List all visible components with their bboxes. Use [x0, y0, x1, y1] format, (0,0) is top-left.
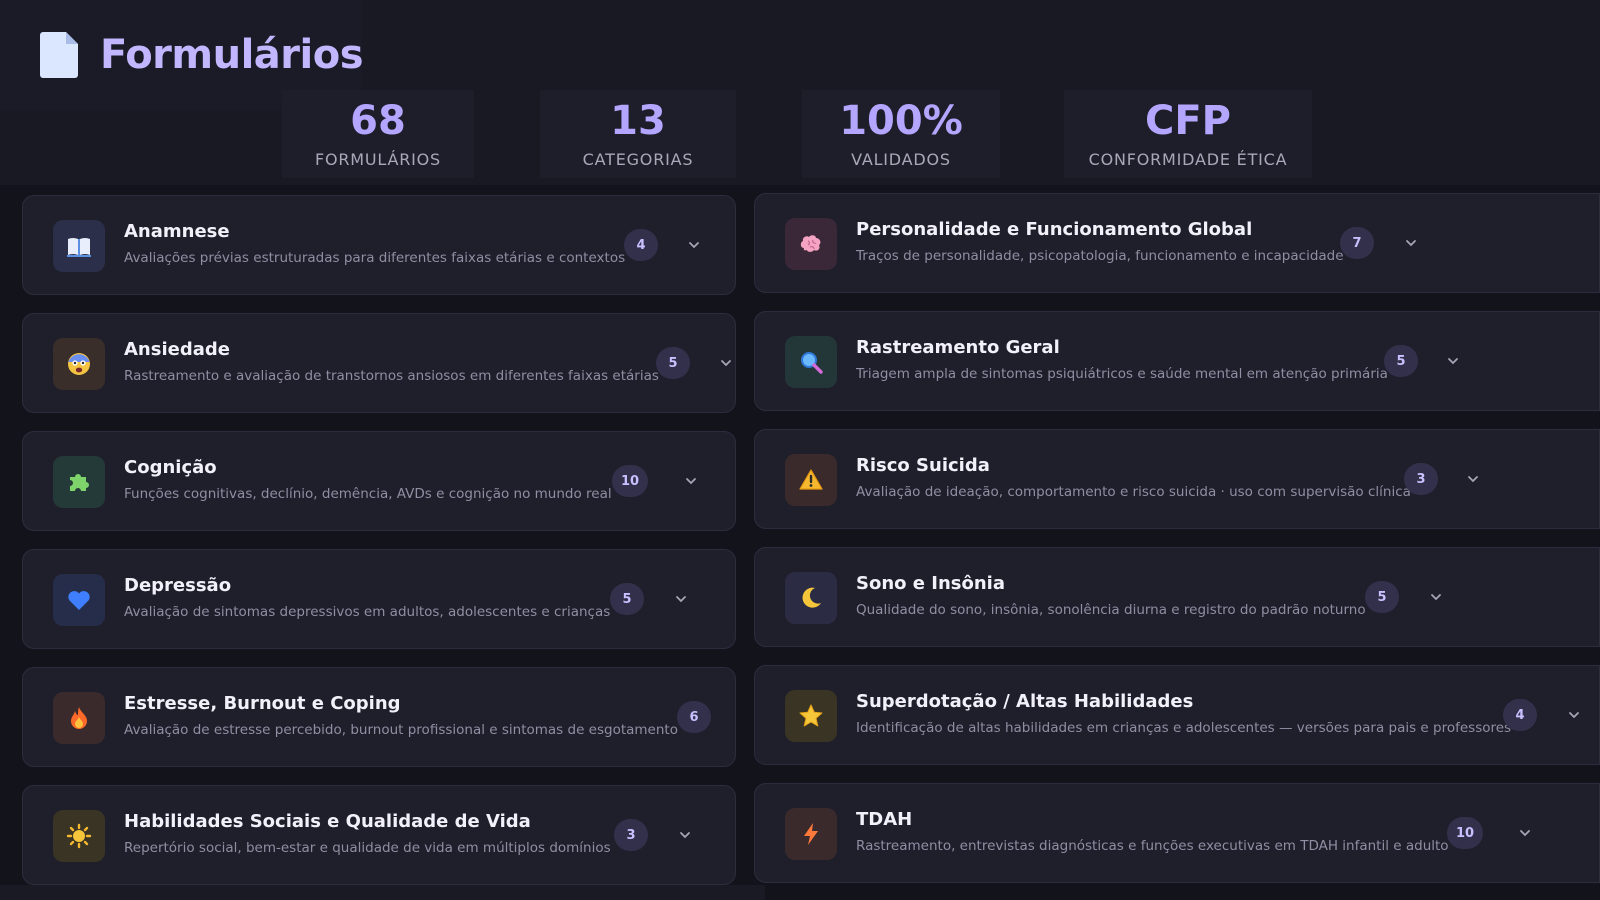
warning-icon — [785, 454, 837, 506]
category-card-sono[interactable]: Sono e Insônia Qualidade do sono, insôni… — [754, 547, 1600, 647]
category-card-habilidades-sociais[interactable]: Habilidades Sociais e Qualidade de Vida … — [22, 785, 736, 885]
category-description: Qualidade do sono, insônia, sonolência d… — [856, 602, 1366, 618]
document-icon — [40, 32, 78, 78]
stat-value: 68 — [350, 98, 406, 144]
moon-icon — [785, 572, 837, 624]
stats-bar: 68 FORMULÁRIOS 13 CATEGORIAS 100% VALIDA… — [0, 90, 1600, 180]
star-icon — [785, 690, 837, 742]
chevron-down-icon[interactable] — [1567, 708, 1581, 722]
chevron-down-icon[interactable] — [684, 474, 698, 488]
stat-label: CONFORMIDADE ÉTICA — [1088, 150, 1288, 169]
lightning-icon — [785, 808, 837, 860]
category-description: Triagem ampla de sintomas psiquiátricos … — [856, 366, 1388, 382]
stat-conformidade: CFP CONFORMIDADE ÉTICA — [1064, 90, 1312, 178]
category-description: Avaliação de estresse percebido, burnout… — [124, 722, 678, 738]
category-card-superdotacao[interactable]: Superdotação / Altas Habilidades Identif… — [754, 665, 1600, 765]
form-count-badge: 5 — [1384, 345, 1418, 377]
category-name: Sono e Insônia — [856, 573, 1005, 594]
book-icon — [53, 220, 105, 272]
chevron-down-icon[interactable] — [1518, 826, 1532, 840]
stat-value: CFP — [1145, 98, 1231, 144]
category-description: Avaliações prévias estruturadas para dif… — [124, 250, 626, 266]
category-card-tdah[interactable]: TDAH Rastreamento, entrevistas diagnósti… — [754, 783, 1600, 883]
category-name: Depressão — [124, 575, 232, 596]
puzzle-icon — [53, 456, 105, 508]
category-description: Traços de personalidade, psicopatologia,… — [856, 248, 1344, 264]
form-count-badge: 3 — [1404, 463, 1438, 495]
chevron-down-icon[interactable] — [687, 238, 701, 252]
category-name: Personalidade e Funcionamento Global — [856, 219, 1253, 240]
category-name: Habilidades Sociais e Qualidade de Vida — [124, 811, 531, 832]
category-description: Avaliação de ideação, comportamento e ri… — [856, 484, 1411, 500]
stat-label: VALIDADOS — [851, 150, 951, 169]
category-card-cognicao[interactable]: Cognição Funções cognitivas, declínio, d… — [22, 431, 736, 531]
category-name: Anamnese — [124, 221, 230, 242]
chevron-down-icon[interactable] — [1404, 236, 1418, 250]
category-name: Risco Suicida — [856, 455, 990, 476]
fire-icon — [53, 692, 105, 744]
form-count-badge: 10 — [1447, 817, 1484, 849]
category-description: Repertório social, bem-estar e qualidade… — [124, 840, 611, 856]
category-name: Superdotação / Altas Habilidades — [856, 691, 1194, 712]
category-description: Rastreamento, entrevistas diagnósticas e… — [856, 838, 1449, 854]
category-card-estresse[interactable]: Estresse, Burnout e Coping Avaliação de … — [22, 667, 736, 767]
stat-validados: 100% VALIDADOS — [802, 90, 1000, 178]
stat-value: 100% — [839, 98, 963, 144]
form-count-badge: 3 — [614, 819, 648, 851]
form-count-badge: 5 — [610, 583, 644, 615]
category-card-rastreamento-geral[interactable]: Rastreamento Geral Triagem ampla de sint… — [754, 311, 1600, 411]
sun-icon — [53, 810, 105, 862]
form-count-badge: 4 — [1503, 699, 1537, 731]
category-card-risco-suicida[interactable]: Risco Suicida Avaliação de ideação, comp… — [754, 429, 1600, 529]
category-name: Rastreamento Geral — [856, 337, 1060, 358]
stat-formularios: 68 FORMULÁRIOS — [282, 90, 474, 178]
category-card-anamnese[interactable]: Anamnese Avaliações prévias estruturadas… — [22, 195, 736, 295]
chevron-down-icon[interactable] — [674, 592, 688, 606]
stat-value: 13 — [610, 98, 666, 144]
category-name: Estresse, Burnout e Coping — [124, 693, 401, 714]
form-count-badge: 6 — [677, 701, 711, 733]
category-card-depressao[interactable]: Depressão Avaliação de sintomas depressi… — [22, 549, 736, 649]
category-card-personalidade[interactable]: Personalidade e Funcionamento Global Tra… — [754, 193, 1600, 293]
form-count-badge: 10 — [612, 465, 649, 497]
page-title: Formulários — [100, 32, 364, 78]
magnifier-icon — [785, 336, 837, 388]
category-name: TDAH — [856, 809, 913, 830]
chevron-down-icon[interactable] — [1429, 590, 1443, 604]
category-card-ansiedade[interactable]: Ansiedade Rastreamento e avaliação de tr… — [22, 313, 736, 413]
stat-label: CATEGORIAS — [582, 150, 694, 169]
title-row: Formulários — [40, 32, 364, 78]
chevron-down-icon[interactable] — [1466, 472, 1480, 486]
category-description: Funções cognitivas, declínio, demência, … — [124, 486, 612, 502]
stat-categorias: 13 CATEGORIAS — [540, 90, 736, 178]
blue-heart-icon — [53, 574, 105, 626]
chevron-down-icon[interactable] — [678, 828, 692, 842]
bottom-strip — [0, 885, 765, 900]
chevron-down-icon[interactable] — [1446, 354, 1460, 368]
form-count-badge: 4 — [624, 229, 658, 261]
category-name: Cognição — [124, 457, 217, 478]
forms-page: Formulários 68 FORMULÁRIOS 13 CATEGORIAS… — [0, 0, 1600, 900]
anxious-face-icon — [53, 338, 105, 390]
category-name: Ansiedade — [124, 339, 230, 360]
form-count-badge: 5 — [1365, 581, 1399, 613]
category-description: Rastreamento e avaliação de transtornos … — [124, 368, 659, 384]
form-count-badge: 5 — [656, 347, 690, 379]
category-description: Identificação de altas habilidades em cr… — [856, 720, 1512, 736]
category-description: Avaliação de sintomas depressivos em adu… — [124, 604, 611, 620]
stat-label: FORMULÁRIOS — [314, 150, 442, 169]
brain-icon — [785, 218, 837, 270]
chevron-down-icon[interactable] — [719, 356, 733, 370]
form-count-badge: 7 — [1340, 227, 1374, 259]
